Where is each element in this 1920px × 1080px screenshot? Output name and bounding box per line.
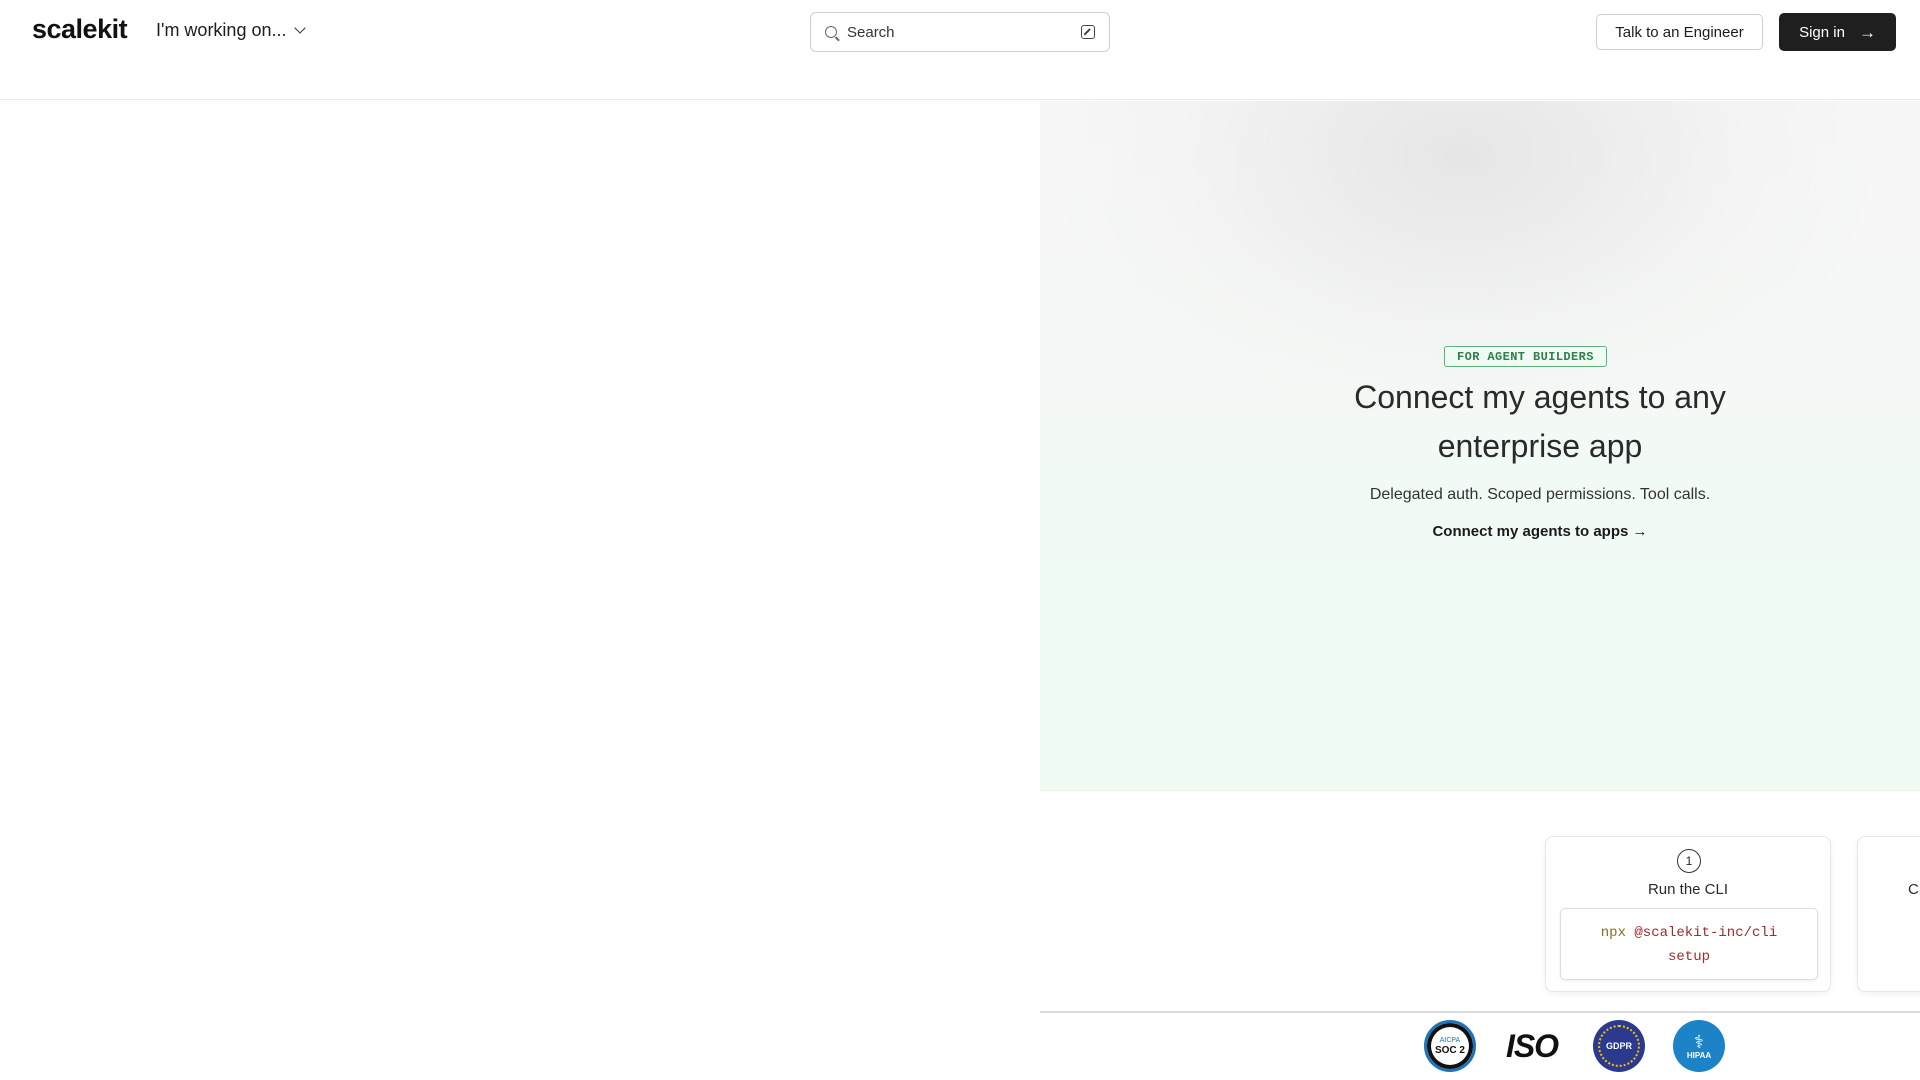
iso-badge: ISO xyxy=(1500,1020,1564,1072)
code-package: @scalekit-inc/cli xyxy=(1634,925,1778,941)
shortcut-icon xyxy=(1081,25,1095,39)
step-title: C xyxy=(1908,881,1919,898)
sign-in-button[interactable]: Sign in → xyxy=(1779,13,1896,51)
iso-badge-label: ISO xyxy=(1505,1027,1559,1064)
talk-to-engineer-button[interactable]: Talk to an Engineer xyxy=(1596,14,1763,50)
step-number-badge: 1 xyxy=(1677,849,1701,873)
connect-agents-link[interactable]: Connect my agents to apps → xyxy=(1300,523,1780,540)
soc2-badge: AICPA SOC 2 xyxy=(1424,1020,1476,1072)
step-card-1: 1 Run the CLI npx @scalekit-inc/cli setu… xyxy=(1545,836,1831,992)
working-on-label: I'm working on... xyxy=(156,20,287,40)
step-card-2: C xyxy=(1857,836,1920,992)
gdpr-badge: GDPR xyxy=(1593,1020,1645,1072)
search-box[interactable] xyxy=(810,12,1110,52)
code-snippet[interactable]: npx @scalekit-inc/cli setup xyxy=(1560,908,1818,980)
gdpr-badge-label: GDPR xyxy=(1605,1041,1632,1051)
hipaa-badge: ⚕ HIPAA xyxy=(1673,1020,1725,1072)
hero-title: Connect my agents to any enterprise app xyxy=(1354,379,1726,464)
soc2-badge-top: AICPA xyxy=(1439,1036,1461,1044)
caduceus-icon: ⚕ xyxy=(1694,1031,1704,1052)
section-divider xyxy=(1040,1011,1920,1013)
audience-badge: FOR AGENT BUILDERS xyxy=(1444,346,1607,367)
hero-panel: FOR AGENT BUILDERS Connect my agents to … xyxy=(1040,101,1920,791)
arrow-right-icon: → xyxy=(1858,22,1876,42)
step-title: Run the CLI xyxy=(1647,881,1729,898)
hero-subtitle: Delegated auth. Scoped permissions. Tool… xyxy=(1369,486,1711,503)
search-icon xyxy=(825,26,837,38)
code-argument: setup xyxy=(1667,949,1710,965)
hipaa-badge-label: HIPAA xyxy=(1686,1050,1712,1060)
code-command: npx xyxy=(1600,925,1626,941)
working-on-dropdown[interactable]: I'm working on... xyxy=(156,20,307,41)
soc2-badge-label: SOC 2 xyxy=(1434,1044,1465,1056)
scalekit-logo[interactable]: scalekit xyxy=(32,14,128,45)
top-navbar: scalekit I'm working on... Talk to an En… xyxy=(0,0,1920,100)
chevron-down-icon xyxy=(294,22,307,34)
sign-in-label: Sign in xyxy=(1799,23,1845,41)
search-input[interactable] xyxy=(847,23,1081,41)
